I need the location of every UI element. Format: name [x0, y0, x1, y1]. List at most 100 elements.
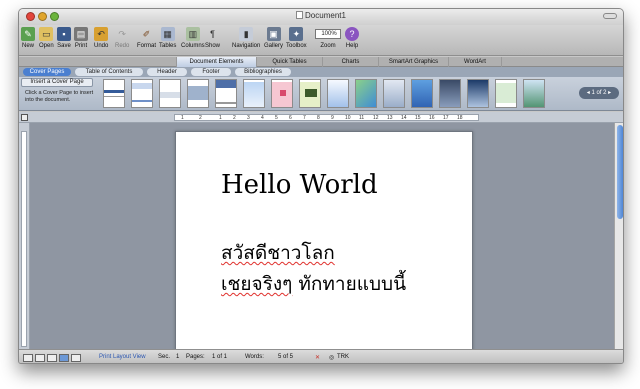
format-label: Format: [137, 43, 157, 49]
subtab-footer[interactable]: Footer: [191, 68, 231, 76]
insert-cover-page-button[interactable]: Insert a Cover Page: [21, 78, 93, 87]
spelling-status-icon[interactable]: ✕: [315, 354, 320, 361]
cover-thumbnail[interactable]: [271, 79, 293, 108]
publishing-view-button[interactable]: [47, 354, 57, 362]
zoom-input[interactable]: 100%: [315, 29, 341, 39]
gallery-hint: Click a Cover Page to insert into the do…: [25, 90, 94, 103]
toolbox-icon: ✦: [289, 27, 304, 41]
document-line-3-rest: ทักทายแบบนี้: [292, 273, 407, 295]
tables-label: Tables: [159, 43, 177, 49]
section-label: Sec.: [158, 354, 171, 360]
cover-thumbnail[interactable]: [131, 79, 153, 108]
tab-smartart-graphics[interactable]: SmartArt Graphics: [378, 57, 448, 67]
document-icon: [296, 11, 304, 19]
cover-thumbnail[interactable]: [383, 79, 405, 108]
vertical-ruler: [19, 123, 30, 349]
tab-charts[interactable]: Charts: [322, 57, 378, 67]
undo-label: Undo: [94, 43, 109, 49]
show-button[interactable]: ¶ Show: [205, 27, 220, 49]
cover-page-gallery: Insert a Cover Page Click a Cover Page t…: [19, 77, 623, 111]
tab-quick-tables[interactable]: Quick Tables: [256, 57, 322, 67]
ruler-number: 12: [373, 115, 379, 121]
toolbox-button[interactable]: ✦ Toolbox: [286, 27, 307, 49]
cover-thumbnail[interactable]: [327, 79, 349, 108]
cover-thumbnail[interactable]: [159, 79, 181, 108]
document-line-3[interactable]: เชยจริงๆ ทักทายแบบนี้: [221, 269, 406, 299]
cover-thumbnail[interactable]: [523, 79, 545, 108]
toolbox-label: Toolbox: [286, 43, 307, 49]
redo-button[interactable]: ↷ Redo: [115, 27, 130, 50]
cover-thumbnail[interactable]: [187, 79, 209, 108]
new-button[interactable]: ✎ New: [21, 27, 35, 49]
view-mode-label: Print Layout View: [99, 354, 146, 360]
subtab-bibliographies[interactable]: Bibliographies: [235, 68, 291, 76]
document-page[interactable]: Hello World สวัสดีชาวโลก เชยจริงๆ ทักทาย…: [175, 131, 473, 349]
format-button[interactable]: ✐ Format: [137, 27, 157, 50]
help-button[interactable]: ? Help: [345, 27, 359, 49]
ribbon-tabs: Document Elements Quick Tables Charts Sm…: [19, 57, 623, 67]
print-layout-view-button[interactable]: [59, 354, 69, 362]
scrollbar-thumb[interactable]: [617, 125, 623, 219]
cover-thumbnail[interactable]: [411, 79, 433, 108]
ruler-number: 1: [181, 115, 184, 121]
subtab-header[interactable]: Header: [147, 68, 187, 76]
undo-icon: ↶: [94, 27, 109, 41]
outline-view-button[interactable]: [35, 354, 45, 362]
tab-stop-selector[interactable]: [21, 114, 28, 121]
ruler-number: 4: [261, 115, 264, 121]
ruler-number: 16: [429, 115, 435, 121]
cover-thumbnail[interactable]: [467, 79, 489, 108]
vertical-ruler-scale[interactable]: [21, 131, 27, 347]
help-icon: ?: [345, 27, 359, 41]
vertical-scrollbar[interactable]: [614, 123, 623, 349]
toolbar-toggle-button[interactable]: [603, 13, 617, 19]
navigation-button[interactable]: ▮ Navigation: [232, 27, 260, 49]
cover-thumbnail[interactable]: [495, 79, 517, 108]
subtab-table-of-contents[interactable]: Table of Contents: [75, 68, 143, 76]
folder-icon: ▭: [39, 27, 54, 41]
ruler-number: 15: [415, 115, 421, 121]
standard-toolbar: ✎ New ▭ Open ▪ Save ▤ Print ↶ Undo ↷ Redo ✐ For…: [19, 25, 623, 56]
ruler-scale[interactable]: 1 2 1 2 3 4 5 6 7 8 9 10 11 12 13 14 15 …: [174, 114, 479, 121]
save-label: Save: [57, 43, 71, 49]
save-button[interactable]: ▪ Save: [57, 27, 71, 49]
gallery-label: Gallery: [264, 43, 284, 49]
document-line-2[interactable]: สวัสดีชาวโลก: [221, 238, 335, 268]
navigation-pane-icon: ▮: [239, 27, 254, 41]
cover-thumbnail[interactable]: [215, 79, 237, 108]
columns-button[interactable]: ▥ Columns: [181, 27, 205, 49]
window-title: Document1: [19, 11, 623, 20]
notebook-view-button[interactable]: [71, 354, 81, 362]
new-document-icon: ✎: [21, 27, 35, 41]
save-icon: ▪: [57, 27, 71, 41]
ruler-number: 6: [289, 115, 292, 121]
columns-label: Columns: [181, 43, 205, 49]
cover-thumbnail[interactable]: [243, 79, 265, 108]
word-window: Document1 ✎ New ▭ Open ▪ Save ▤ Print ↶ Undo …: [18, 8, 624, 364]
ribbon-subtabs: Cover Pages Table of Contents Header Foo…: [19, 67, 623, 77]
section-value: 1: [176, 354, 180, 360]
ruler-number: 2: [199, 115, 202, 121]
tables-button[interactable]: ▦ Tables: [159, 27, 176, 49]
table-icon: ▦: [160, 27, 175, 41]
columns-icon: ▥: [185, 27, 200, 41]
track-changes-label[interactable]: TRK: [337, 354, 349, 360]
zoom-control[interactable]: 100% Zoom: [315, 27, 341, 49]
subtab-cover-pages[interactable]: Cover Pages: [23, 68, 71, 76]
print-button[interactable]: ▤ Print: [74, 27, 88, 49]
draft-view-button[interactable]: [23, 354, 33, 362]
gallery-pager[interactable]: ◂ 1 of 2 ▸: [579, 87, 619, 99]
document-line-1[interactable]: Hello World: [221, 170, 378, 200]
ruler-number: 5: [275, 115, 278, 121]
cover-thumbnail[interactable]: [439, 79, 461, 108]
open-button[interactable]: ▭ Open: [39, 27, 54, 49]
cover-thumbnail[interactable]: [355, 79, 377, 108]
tab-wordart[interactable]: WordArt: [448, 57, 502, 67]
undo-button[interactable]: ↶ Undo: [94, 27, 108, 49]
redo-label: Redo: [115, 43, 130, 49]
gallery-button[interactable]: ▣ Gallery: [264, 27, 283, 49]
cover-thumbnail[interactable]: [103, 79, 125, 108]
cover-thumbnail[interactable]: [299, 79, 321, 108]
tab-document-elements[interactable]: Document Elements: [176, 57, 256, 67]
misspelled-word[interactable]: เชยจริงๆ: [221, 273, 292, 295]
